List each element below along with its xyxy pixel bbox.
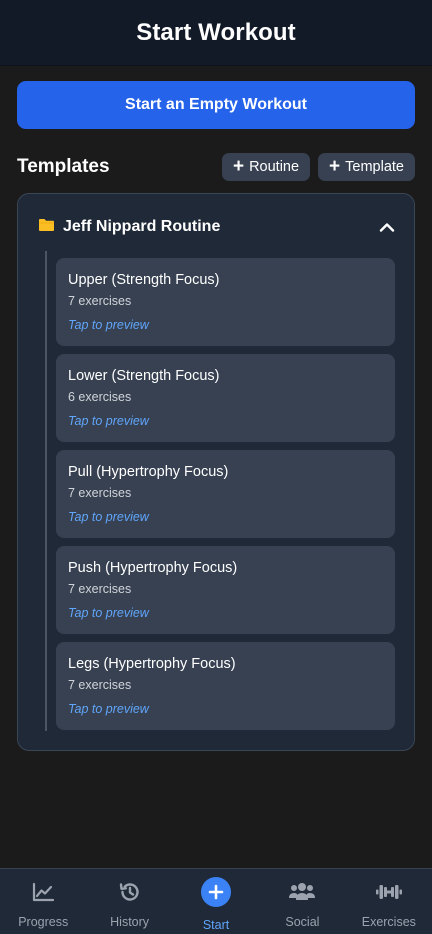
template-preview-hint: Tap to preview (68, 606, 149, 620)
template-name: Upper (Strength Focus) (68, 272, 220, 288)
template-exercise-count: 7 exercises (68, 486, 132, 500)
template-preview-hint: Tap to preview (68, 318, 149, 332)
template-name: Legs (Hypertrophy Focus) (68, 656, 236, 672)
template-list: Upper (Strength Focus) 7 exercises Tap t… (56, 258, 395, 738)
template-name: Pull (Hypertrophy Focus) (68, 464, 229, 480)
folder-tree-line (45, 251, 47, 731)
folder-icon (38, 218, 55, 237)
plus-icon (201, 877, 232, 907)
plus-icon: + (232, 155, 245, 177)
add-routine-button[interactable]: + Routine (221, 153, 311, 181)
page-title: Start Workout (136, 18, 296, 46)
add-template-button[interactable]: + Template (318, 153, 415, 181)
routine-folder-header[interactable]: Jeff Nippard Routine (38, 216, 396, 238)
template-exercise-count: 7 exercises (68, 294, 132, 308)
template-exercise-count: 7 exercises (68, 678, 132, 692)
nav-label: Exercises (361, 915, 416, 929)
nav-label: Progress (18, 915, 69, 929)
plus-icon: + (329, 155, 341, 177)
template-card[interactable]: Upper (Strength Focus) 7 exercises Tap t… (56, 258, 395, 346)
chart-line-icon (32, 879, 55, 905)
templates-section-header: Templates + Routine + Template (17, 153, 415, 181)
nav-item-history[interactable]: History (86, 869, 172, 934)
template-preview-hint: Tap to preview (68, 414, 149, 428)
templates-heading: Templates (17, 156, 110, 177)
nav-item-exercises[interactable]: Exercises (346, 869, 432, 934)
template-preview-hint: Tap to preview (68, 510, 149, 524)
templates-actions: + Routine + Template (221, 153, 415, 181)
app-header: Start Workout (0, 0, 432, 66)
template-card[interactable]: Push (Hypertrophy Focus) 7 exercises Tap… (56, 546, 395, 634)
template-card[interactable]: Pull (Hypertrophy Focus) 7 exercises Tap… (56, 450, 395, 538)
template-exercise-count: 7 exercises (68, 582, 132, 596)
bottom-navigation: Progress History Start Social Exercises (0, 868, 432, 934)
add-template-label: Template (345, 159, 404, 175)
nav-label: Social (285, 915, 320, 929)
template-card[interactable]: Legs (Hypertrophy Focus) 7 exercises Tap… (56, 642, 395, 730)
nav-item-social[interactable]: Social (259, 869, 345, 934)
nav-label: Start (202, 918, 230, 932)
routine-folder-card: Jeff Nippard Routine Upper (Strength Foc… (17, 193, 415, 751)
nav-item-start[interactable]: Start (173, 869, 259, 934)
add-routine-label: Routine (249, 159, 300, 175)
dumbbell-icon (375, 879, 403, 905)
template-card[interactable]: Lower (Strength Focus) 6 exercises Tap t… (56, 354, 395, 442)
users-icon (288, 879, 316, 905)
start-empty-workout-button[interactable]: Start an Empty Workout (17, 81, 415, 129)
template-preview-hint: Tap to preview (68, 702, 149, 716)
template-name: Lower (Strength Focus) (68, 368, 220, 384)
nav-item-progress[interactable]: Progress (0, 869, 86, 934)
routine-folder-name: Jeff Nippard Routine (63, 218, 221, 235)
template-name: Push (Hypertrophy Focus) (68, 560, 238, 576)
chevron-up-icon[interactable] (378, 218, 396, 236)
nav-label: History (110, 915, 150, 929)
template-exercise-count: 6 exercises (68, 390, 132, 404)
history-icon (118, 879, 142, 905)
